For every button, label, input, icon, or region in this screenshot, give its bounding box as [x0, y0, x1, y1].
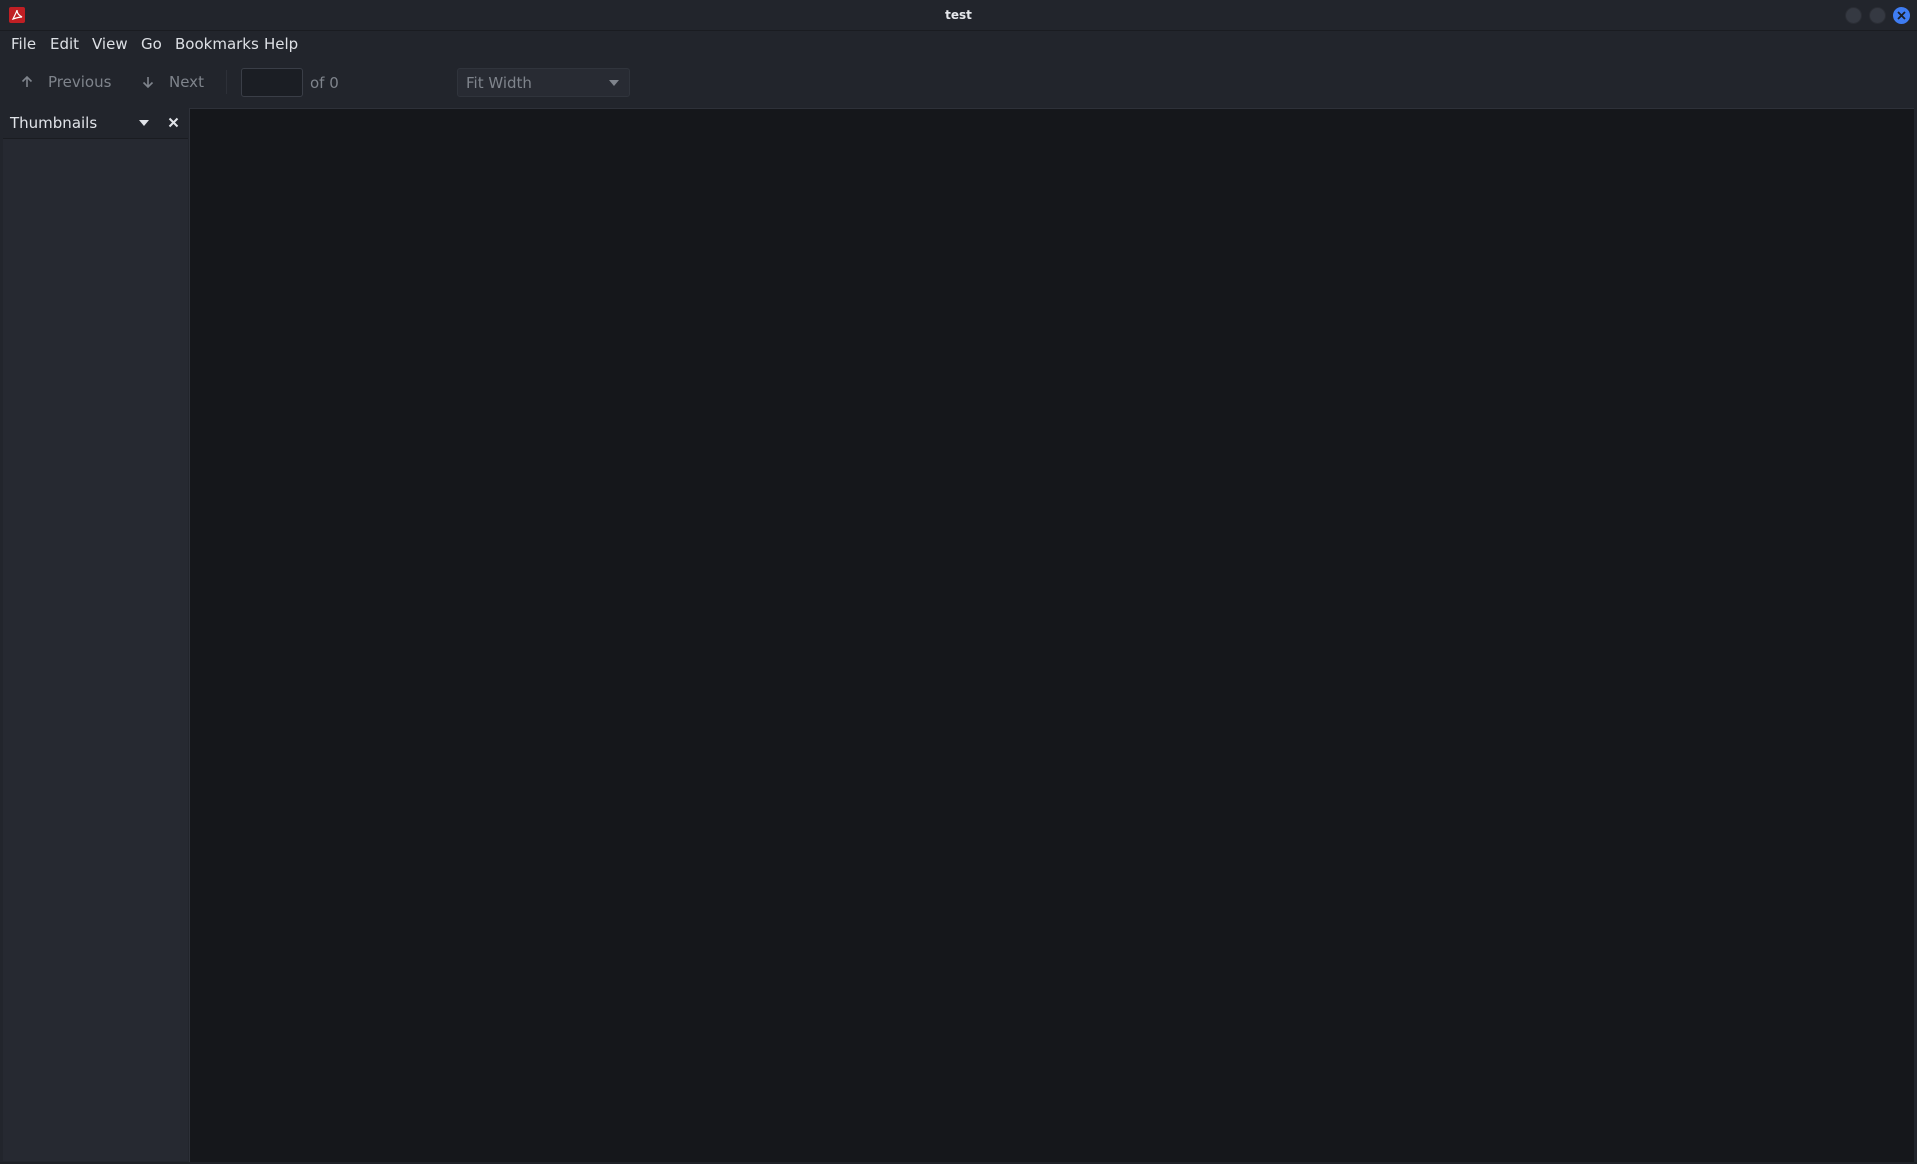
sidebar-title: Thumbnails — [10, 114, 98, 132]
window-title: test — [945, 8, 972, 22]
zoom-value: Fit Width — [466, 74, 532, 92]
toolbar: Previous Next of 0 Fit Width — [0, 60, 1917, 108]
page-count-label: of 0 — [310, 74, 339, 92]
app-window: test File Edit View Go Bookmarks Help Pr… — [0, 0, 1917, 1164]
menu-go[interactable]: Go — [141, 35, 162, 53]
close-icon[interactable] — [1893, 7, 1910, 24]
menu-edit[interactable]: Edit — [50, 35, 79, 53]
previous-label: Previous — [48, 73, 112, 91]
sidebar: Thumbnails — [0, 108, 190, 1162]
thumbnails-pane[interactable] — [3, 138, 188, 1161]
menu-help[interactable]: Help — [264, 35, 298, 53]
next-page-button[interactable]: Next — [141, 68, 204, 96]
menu-file[interactable]: File — [11, 35, 36, 53]
page-number-input[interactable] — [241, 68, 303, 97]
menu-bar: File Edit View Go Bookmarks Help — [0, 31, 1917, 58]
minimize-icon[interactable] — [1845, 7, 1862, 24]
zoom-select[interactable]: Fit Width — [457, 68, 630, 97]
sidebar-header: Thumbnails — [0, 108, 190, 138]
document-view[interactable] — [189, 108, 1914, 1163]
previous-page-button[interactable]: Previous — [20, 68, 111, 96]
menu-view[interactable]: View — [92, 35, 128, 53]
arrow-up-icon — [21, 75, 33, 87]
toolbar-separator — [226, 70, 227, 94]
sidebar-mode-dropdown-icon[interactable] — [139, 120, 149, 126]
next-label: Next — [169, 73, 204, 91]
chevron-down-icon — [609, 80, 619, 86]
arrow-down-icon — [142, 77, 154, 89]
maximize-icon[interactable] — [1869, 7, 1886, 24]
sidebar-close-icon[interactable] — [168, 117, 179, 128]
menu-bookmarks[interactable]: Bookmarks — [175, 35, 259, 53]
title-bar: test — [0, 0, 1917, 31]
